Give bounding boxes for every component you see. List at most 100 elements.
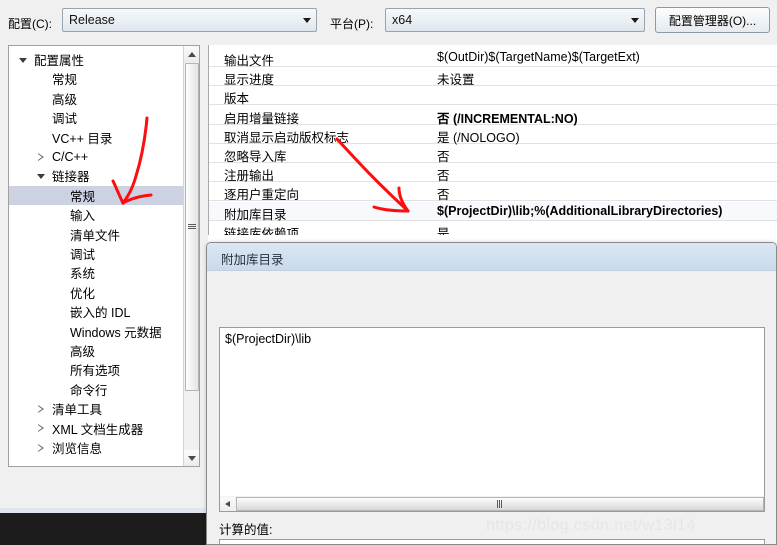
dialog-titlebar: 附加库目录 — [207, 243, 776, 271]
expander-placeholder — [33, 108, 49, 127]
expander-collapsed-icon[interactable] — [33, 147, 49, 166]
property-name: 输出文件 — [224, 54, 275, 68]
directories-textarea[interactable]: $(ProjectDir)\lib — [219, 327, 765, 512]
scroll-left-icon[interactable] — [220, 496, 235, 511]
expander-placeholder — [51, 244, 67, 263]
tree-item[interactable]: 高级 — [9, 341, 199, 360]
tree-item-label: Windows 元数据 — [70, 325, 162, 340]
tree-item-label: C/C++ — [52, 149, 89, 164]
tree-item[interactable]: 清单工具 — [9, 399, 199, 418]
property-value[interactable]: 否 — [437, 165, 450, 184]
tree-item-label: 所有选项 — [70, 364, 121, 379]
property-value[interactable]: 否 — [437, 184, 450, 203]
configuration-combobox[interactable]: Release — [62, 8, 317, 32]
platform-combobox[interactable]: x64 — [385, 8, 645, 32]
property-row[interactable]: 输出文件 $(OutDir)$(TargetName)$(TargetExt) — [209, 48, 777, 68]
scroll-down-icon[interactable] — [184, 450, 199, 466]
property-row[interactable]: 链接库依赖项 是 — [209, 221, 777, 235]
chevron-down-icon[interactable] — [626, 9, 644, 31]
tree-item[interactable]: 清单文件 — [9, 225, 199, 244]
property-row[interactable]: 逐用户重定向 否 — [209, 182, 777, 203]
property-row[interactable]: 忽略导入库 否 — [209, 144, 777, 165]
chevron-down-icon[interactable] — [298, 9, 316, 31]
panel-left-gutter — [0, 45, 8, 467]
tree-item[interactable]: XML 文档生成器 — [9, 419, 199, 438]
properties-tree[interactable]: 配置属性 常规 高级 调试 VC++ 目录 C/C++ 链接器 常规 输入 清单文件 调试 系统 优化嵌… — [8, 45, 200, 467]
tree-item[interactable]: 所有选项 — [9, 360, 199, 379]
tree-item-label: 调试 — [52, 112, 78, 127]
property-name: 逐用户重定向 — [224, 188, 300, 203]
property-value[interactable]: $(OutDir)$(TargetName)$(TargetExt) — [437, 50, 640, 64]
tree-item-label: 配置属性 — [34, 54, 85, 68]
expander-collapsed-icon[interactable] — [33, 419, 49, 438]
tree-item[interactable]: 链接器 — [9, 166, 199, 185]
scroll-up-icon[interactable] — [184, 46, 199, 62]
property-value[interactable]: $(ProjectDir)\lib;%(AdditionalLibraryDir… — [437, 204, 722, 218]
tree-item-label: 链接器 — [52, 170, 90, 185]
expander-expanded-icon[interactable] — [15, 50, 31, 69]
expander-placeholder — [51, 263, 67, 282]
expander-placeholder — [33, 69, 49, 88]
property-row[interactable]: 显示进度 未设置 — [209, 67, 777, 88]
expander-placeholder — [51, 225, 67, 244]
property-name: 显示进度 — [224, 73, 275, 88]
tree-item[interactable]: 输入 — [9, 205, 199, 224]
tree-item[interactable]: 调试 — [9, 244, 199, 263]
property-name: 附加库目录 — [224, 207, 287, 222]
tree-item[interactable]: 嵌入的 IDL — [9, 302, 199, 321]
property-row[interactable]: 注册输出 否 — [209, 163, 777, 184]
tree-item[interactable]: 优化 — [9, 283, 199, 302]
configuration-manager-button[interactable]: 配置管理器(O)... — [655, 7, 770, 33]
tree-item-label: 嵌入的 IDL — [70, 306, 131, 321]
tree-item[interactable]: 浏览信息 — [9, 438, 199, 457]
tree-item[interactable]: 命令行 — [9, 380, 199, 399]
expander-placeholder — [33, 89, 49, 108]
tree-item-label: 常规 — [52, 73, 78, 88]
calculated-value-label: 计算的值: — [219, 523, 273, 537]
property-row[interactable]: 取消显示启动版权标志 是 (/NOLOGO) — [209, 125, 777, 146]
tree-item-label: 优化 — [70, 286, 96, 301]
property-row[interactable]: 版本 — [209, 86, 777, 106]
property-row[interactable]: 附加库目录 $(ProjectDir)\lib;%(AdditionalLibra… — [209, 201, 777, 222]
tree-item[interactable]: 调试 — [9, 108, 199, 127]
property-value[interactable]: 是 — [437, 223, 450, 235]
property-value[interactable]: 否 (/INCREMENTAL:NO) — [437, 108, 578, 127]
tree-item[interactable]: 高级 — [9, 89, 199, 108]
configuration-toolbar: 配置(C): Release 平台(P): x64 配置管理器(O)... — [0, 0, 777, 45]
tree-item-label: 系统 — [70, 267, 96, 282]
tree-item-label: XML 文档生成器 — [52, 422, 144, 437]
tree-item[interactable]: 系统 — [9, 263, 199, 282]
tree-item-label: 浏览信息 — [52, 442, 103, 456]
property-value[interactable]: 否 — [437, 146, 450, 165]
horizontal-scrollbar-thumb[interactable] — [236, 496, 764, 511]
tree-item[interactable]: Windows 元数据 — [9, 322, 199, 341]
property-value[interactable]: 未设置 — [437, 69, 475, 88]
expander-placeholder — [51, 360, 67, 379]
tree-item[interactable]: 常规 — [9, 69, 199, 88]
tree-item[interactable]: VC++ 目录 — [9, 128, 199, 147]
tree-item-label: 清单文件 — [70, 228, 121, 243]
property-value[interactable]: 是 (/NOLOGO) — [437, 127, 520, 146]
directories-horizontal-scrollbar[interactable] — [219, 496, 765, 512]
dialog-title: 附加库目录 — [221, 253, 284, 267]
property-row[interactable]: 启用增量链接 否 (/INCREMENTAL:NO) — [209, 106, 777, 127]
tree-item[interactable]: 配置属性 — [9, 50, 199, 69]
tree-item-label: 高级 — [52, 92, 78, 107]
property-grid[interactable]: 输出文件 $(OutDir)$(TargetName)$(TargetExt) 显示… — [208, 45, 777, 235]
property-name: 取消显示启动版权标志 — [224, 130, 350, 145]
tree-item[interactable]: C/C++ — [9, 147, 199, 166]
tree-item-label: 高级 — [70, 345, 96, 359]
tree-vertical-scrollbar[interactable] — [183, 46, 199, 466]
expander-expanded-icon[interactable] — [33, 166, 49, 185]
expander-placeholder — [33, 128, 49, 147]
dialog-body: $(ProjectDir)\lib 计算的值: H:\grpc\code\grp… — [207, 271, 776, 544]
expander-collapsed-icon[interactable] — [33, 399, 49, 418]
expander-collapsed-icon[interactable] — [33, 438, 49, 457]
platform-label: 平台(P): — [330, 17, 374, 31]
tree-item[interactable]: 常规 — [9, 185, 199, 205]
expander-placeholder — [51, 302, 67, 321]
tree-scrollbar-thumb[interactable] — [185, 63, 199, 391]
property-name: 忽略导入库 — [224, 150, 287, 164]
tree-item-label: 常规 — [70, 189, 96, 204]
tree-item-label: 调试 — [70, 248, 96, 262]
